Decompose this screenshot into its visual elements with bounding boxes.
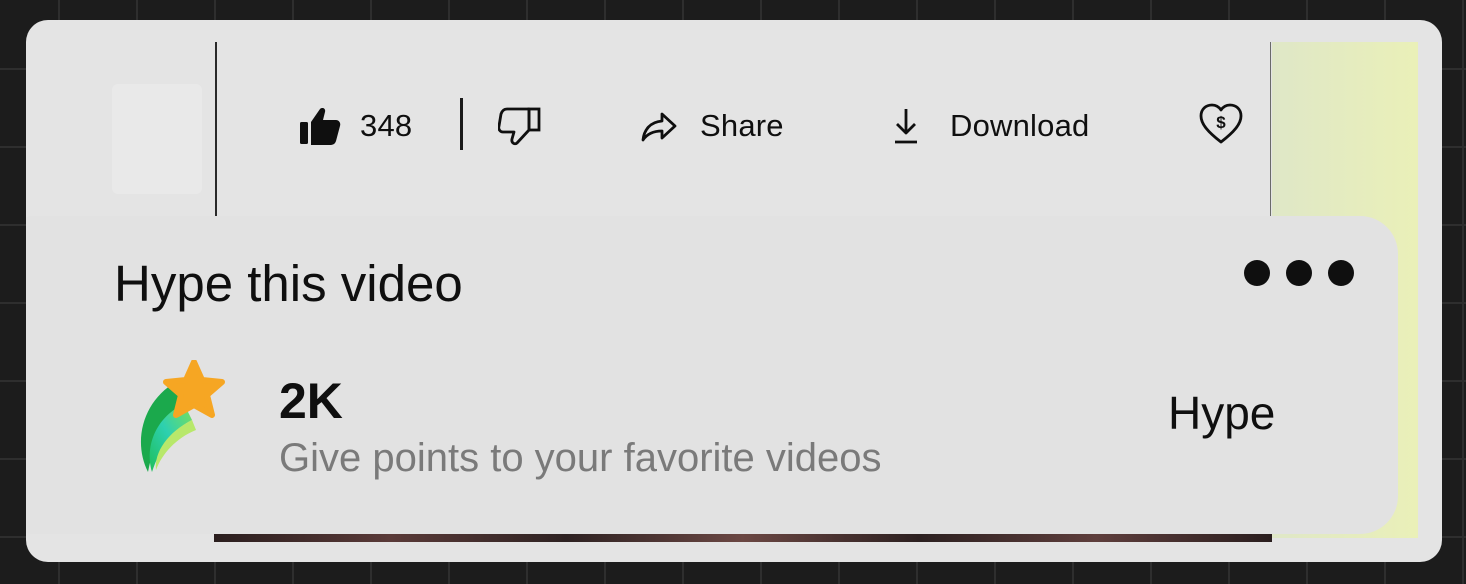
share-button[interactable]: Share [640,102,784,150]
download-label: Download [950,108,1090,143]
svg-text:$: $ [1216,113,1226,132]
more-dots-icon [1244,260,1270,286]
download-icon [892,107,920,145]
dislike-button[interactable] [498,102,542,150]
hype-panel: Hype this video 2K Give points to your f… [26,216,1398,534]
hype-description: Give points to your favorite videos [279,436,882,480]
more-dots-icon [1328,260,1354,286]
right-divider [1270,42,1271,216]
heart-dollar-icon: $ [1198,102,1244,146]
more-options-button[interactable] [1244,258,1374,288]
action-bar: 348 Share Download $ [26,80,1266,170]
hype-button[interactable]: Hype [1168,386,1275,440]
hype-title: Hype this video [114,255,463,312]
download-button[interactable]: Download [892,102,1089,150]
share-label: Share [700,108,784,143]
thanks-button[interactable]: $ [1198,100,1244,148]
more-dots-icon [1286,260,1312,286]
thumbs-up-icon [298,106,342,146]
like-button[interactable]: 348 [298,102,412,150]
hype-count: 2K [279,373,343,429]
shooting-star-icon [136,359,228,481]
thumbs-down-icon [498,106,542,146]
like-dislike-separator [460,98,463,150]
video-actions-card: 348 Share Download $ Hype this video 2K … [26,20,1442,562]
share-arrow-icon [640,110,678,142]
like-count: 348 [360,108,413,143]
